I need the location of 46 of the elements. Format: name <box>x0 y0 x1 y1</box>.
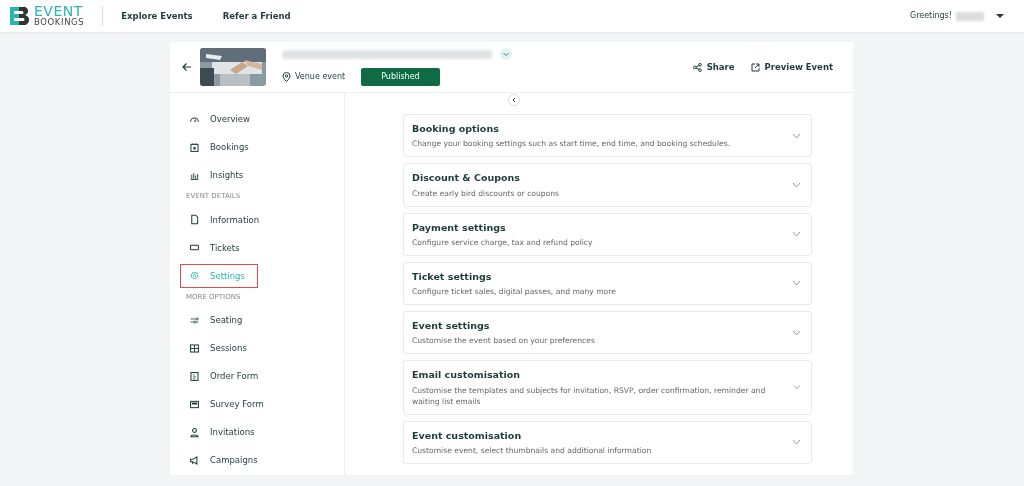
sidebar-item[interactable]: Campaigns <box>180 448 271 472</box>
section-title: Booking options <box>412 122 500 136</box>
share-icon <box>692 62 702 72</box>
nav-link[interactable]: Refer a Friend <box>222 9 291 23</box>
sidebar-item[interactable]: Information <box>180 207 273 232</box>
person-icon <box>189 426 200 438</box>
status-badge: Published <box>361 68 440 86</box>
sidebar-item[interactable]: Overview <box>180 107 264 131</box>
event-type-label: Venue event <box>295 71 346 83</box>
caret-icon[interactable] <box>996 13 1004 19</box>
section-title: Ticket settings <box>412 269 493 284</box>
sidebar-item[interactable]: Sessions <box>180 336 260 360</box>
sidebar-item[interactable]: Survey Form <box>180 392 277 416</box>
section-title: Event customisation <box>412 428 523 443</box>
sidebar-item[interactable]: Insights <box>180 163 257 187</box>
share-button[interactable]: Share <box>692 60 735 74</box>
calendar-icon <box>189 141 200 153</box>
section-title: Event settings <box>412 319 491 333</box>
form-icon <box>189 398 200 410</box>
sidebar-item[interactable]: Seating <box>180 308 256 332</box>
sidebar-item[interactable]: Bookings <box>180 135 262 159</box>
grid-icon <box>189 342 200 354</box>
preview-button[interactable]: Preview Event <box>750 60 833 74</box>
location-pin-icon <box>282 72 291 82</box>
sliders-icon <box>189 314 200 326</box>
collapse-sidebar-button[interactable] <box>508 94 520 106</box>
sidebar-item[interactable]: Order Form <box>180 364 272 388</box>
form-icon <box>189 370 200 382</box>
brand-name: EVENT <box>34 5 84 18</box>
section-title: Email customisation <box>412 368 522 383</box>
sidebar-item[interactable]: Tickets <box>180 235 253 260</box>
brand-subtitle: BOOKINGS <box>34 18 85 27</box>
external-link-icon <box>750 62 760 72</box>
logo-icon <box>8 6 30 26</box>
section-title: Discount & Coupons <box>412 171 521 186</box>
megaphone-icon <box>189 454 200 466</box>
document-icon <box>189 214 200 225</box>
settings-icon <box>189 270 200 281</box>
back-arrow-icon[interactable] <box>182 62 192 72</box>
ticket-icon <box>189 242 200 253</box>
redacted-username <box>956 11 984 21</box>
nav-link[interactable]: Explore Events <box>121 9 193 23</box>
section-title: Payment settings <box>412 220 507 235</box>
chevron-left-icon <box>511 97 517 103</box>
sidebar-item[interactable]: Invitations <box>180 420 268 444</box>
greeting-text: Greetings! <box>909 10 952 22</box>
